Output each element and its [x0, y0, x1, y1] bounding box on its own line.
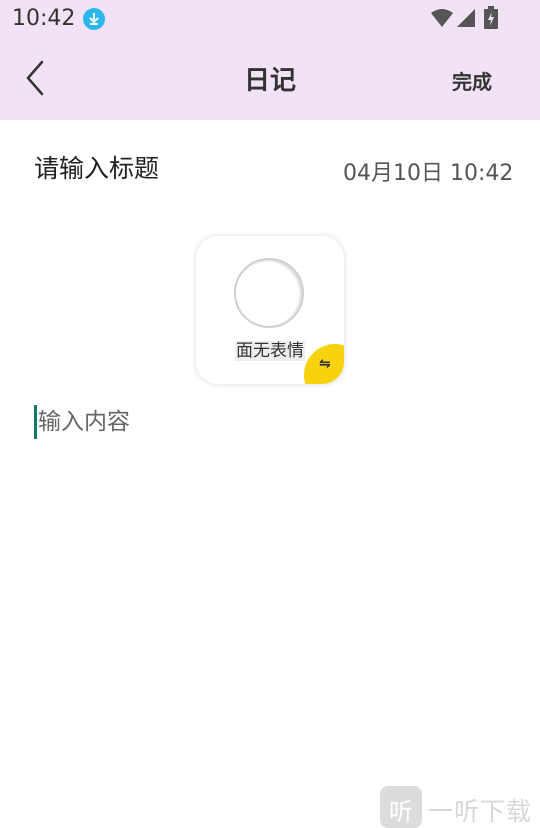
watermark-text: 一听下载	[428, 797, 533, 826]
mood-label-text: 面无表情	[235, 341, 305, 361]
wifi-icon	[431, 9, 453, 27]
battery-charging-icon	[484, 6, 498, 29]
neutral-face-icon	[234, 258, 304, 328]
swap-icon: ⇋	[319, 356, 331, 372]
content-input[interactable]	[34, 405, 504, 439]
download-indicator-icon	[83, 8, 105, 30]
title-input[interactable]	[34, 150, 294, 186]
watermark-logo: 听	[380, 786, 422, 828]
entry-datetime: 04月10日 10:42	[343, 161, 514, 186]
signal-icon	[457, 9, 475, 27]
status-time: 10:42	[12, 6, 76, 31]
app-header: 10:42 日记 完成	[0, 0, 540, 120]
watermark-logo-char: 听	[389, 798, 413, 826]
status-bar: 10:42	[0, 0, 540, 38]
mood-card[interactable]: 面无表情 ⇋	[196, 236, 344, 384]
watermark: 听 一听下载	[380, 786, 540, 828]
done-button[interactable]: 完成	[452, 66, 492, 95]
